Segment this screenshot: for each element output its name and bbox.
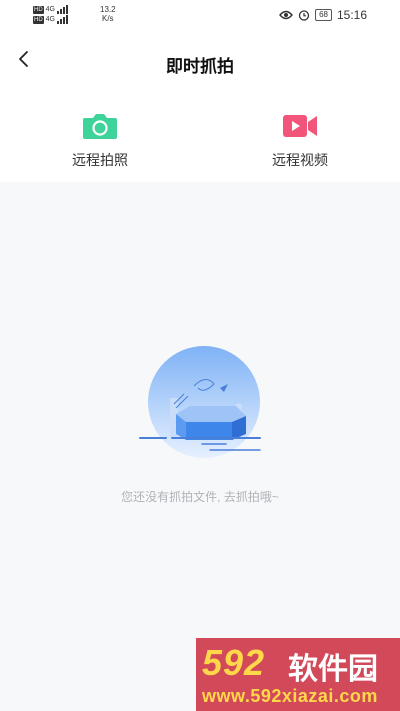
remote-photo-label: 远程拍照: [72, 152, 128, 168]
video-camera-icon: [283, 115, 317, 137]
signal-bars-icon: [56, 14, 68, 24]
hd-badge: HD: [33, 16, 44, 24]
battery-icon: 68: [315, 9, 332, 21]
empty-state: 您还没有抓拍文件, 去抓拍哦~: [0, 182, 400, 711]
signal-indicators: HD 4G HD 4G: [33, 4, 68, 24]
hd-badge: HD: [33, 6, 44, 14]
alarm-clock-icon: [298, 10, 310, 21]
status-bar: HD 4G HD 4G 13.2 K/s 68 15:16: [0, 0, 400, 30]
watermark-logo: 592 软件园 www.592xiazai.com: [196, 638, 400, 711]
top-nav-bar: 即时抓拍: [0, 30, 400, 92]
network-speed: 13.2 K/s: [100, 5, 116, 23]
watermark-url: www.592xiazai.com: [202, 686, 378, 706]
page-title: 即时抓拍: [166, 57, 234, 76]
network-type: 4G: [45, 16, 55, 23]
remote-photo-button[interactable]: 远程拍照: [40, 112, 160, 170]
remote-video-button[interactable]: 远程视频: [240, 112, 360, 170]
remote-video-label: 远程视频: [272, 152, 328, 168]
watermark-name: 软件园: [288, 653, 378, 686]
eye-icon: [279, 10, 293, 20]
empty-message: 您还没有抓拍文件, 去抓拍哦~: [121, 490, 279, 504]
empty-box-illustration: [139, 346, 261, 458]
network-type: 4G: [45, 6, 55, 13]
watermark-number: 592: [202, 642, 266, 683]
clock-time: 15:16: [336, 8, 367, 22]
camera-icon: [83, 114, 117, 139]
signal-bars-icon: [56, 4, 68, 14]
status-right: 68 15:16: [279, 8, 367, 22]
capture-actions: 远程拍照 远程视频: [0, 92, 400, 182]
